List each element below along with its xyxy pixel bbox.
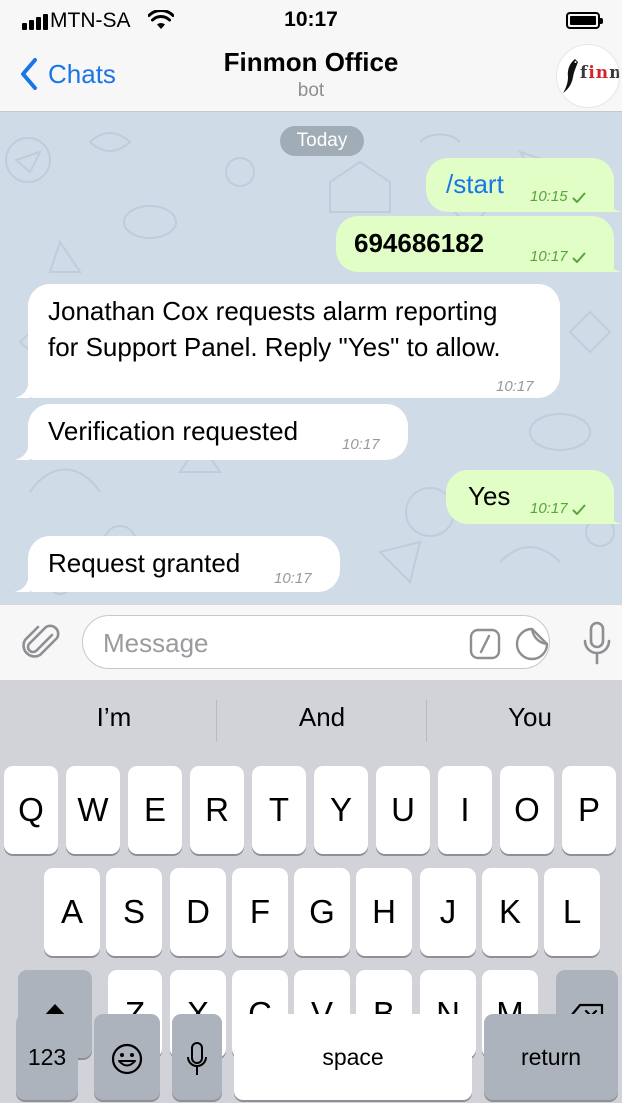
message-text: Yes — [468, 481, 511, 511]
mic-icon[interactable] — [582, 621, 612, 665]
message-time: 10:17 — [530, 492, 586, 526]
message-bubble-incoming[interactable]: Jonathan Cox requests alarm reporting fo… — [28, 284, 560, 398]
key-d[interactable]: D — [170, 868, 226, 956]
read-check-icon — [571, 191, 586, 203]
bubble-tail — [606, 192, 622, 212]
message-bubble-outgoing[interactable]: /start 10:15 — [426, 158, 614, 212]
read-check-icon — [571, 251, 586, 263]
nav-bar: Chats Finmon Office bot finm — [0, 40, 622, 112]
key-o[interactable]: O — [500, 766, 554, 854]
battery-icon — [566, 12, 603, 29]
message-bubble-incoming[interactable]: Request granted 10:17 — [28, 536, 340, 592]
key-f[interactable]: F — [232, 868, 288, 956]
bubble-tail — [606, 252, 622, 272]
key-a[interactable]: A — [44, 868, 100, 956]
key-k[interactable]: K — [482, 868, 538, 956]
emoji-icon — [111, 1044, 143, 1075]
predictive-bar: I’m And You — [0, 680, 622, 762]
chat-area[interactable]: Today /start 10:15 694686182 10:17 Jonat… — [0, 112, 622, 604]
return-key[interactable]: return — [484, 1014, 618, 1100]
key-t[interactable]: T — [252, 766, 306, 854]
chat-subtitle: bot — [297, 80, 325, 101]
space-key[interactable]: space — [234, 1014, 472, 1100]
message-text: 694686182 — [354, 228, 485, 258]
message-bubble-incoming[interactable]: Verification requested 10:17 — [28, 404, 408, 460]
key-w[interactable]: W — [66, 766, 120, 854]
message-text: Verification requested — [48, 416, 299, 446]
sticker-icon[interactable] — [515, 627, 549, 661]
suggestion-2[interactable]: And — [222, 702, 422, 733]
key-p[interactable]: P — [562, 766, 616, 854]
bubble-tail — [14, 572, 30, 592]
message-input[interactable] — [103, 626, 453, 660]
key-j[interactable]: J — [420, 868, 476, 956]
message-time: 10:15 — [530, 180, 586, 214]
bubble-tail — [14, 378, 30, 398]
key-e[interactable]: E — [128, 766, 182, 854]
keyboard: I’m And You Q W E R T Y U I O P A S D F … — [0, 680, 622, 1103]
key-s[interactable]: S — [106, 868, 162, 956]
key-y[interactable]: Y — [314, 766, 368, 854]
bot-avatar[interactable]: finm — [556, 44, 620, 108]
key-i[interactable]: I — [438, 766, 492, 854]
status-time: 10:17 — [284, 8, 338, 31]
chat-title: Finmon Office — [223, 47, 399, 77]
message-bubble-outgoing[interactable]: 694686182 10:17 — [336, 216, 614, 272]
message-time: 10:17 — [274, 570, 312, 587]
divider — [426, 700, 427, 742]
message-text: Request granted — [48, 548, 241, 578]
message-text-line: for Support Panel. Reply "Yes" to allow. — [48, 332, 501, 362]
date-separator: Today — [280, 126, 364, 156]
key-l[interactable]: L — [544, 868, 600, 956]
bubble-tail — [14, 440, 30, 460]
suggestion-1[interactable]: I’m — [14, 702, 214, 733]
message-bubble-outgoing[interactable]: Yes 10:17 — [446, 470, 614, 524]
command-icon[interactable] — [469, 628, 501, 660]
message-time: 10:17 — [530, 240, 586, 274]
attach-icon[interactable] — [22, 623, 62, 663]
emoji-key[interactable] — [94, 1014, 160, 1100]
key-g[interactable]: G — [294, 868, 350, 956]
suggestion-3[interactable]: You — [430, 702, 622, 733]
key-h[interactable]: H — [356, 868, 412, 956]
dictation-icon — [187, 1042, 207, 1076]
status-bar: MTN-SA 10:17 — [0, 0, 622, 40]
avatar-logo-text: finm — [580, 63, 619, 83]
message-time: 10:17 — [342, 436, 380, 453]
message-input-bar — [0, 604, 622, 680]
bird-logo-icon — [563, 59, 578, 93]
key-r[interactable]: R — [190, 766, 244, 854]
read-check-icon — [571, 503, 586, 515]
message-field[interactable] — [82, 615, 550, 669]
message-text: /start — [446, 169, 504, 199]
numbers-key[interactable]: 123 — [16, 1014, 78, 1100]
dictation-key[interactable] — [172, 1014, 222, 1100]
key-u[interactable]: U — [376, 766, 430, 854]
message-text-line: Jonathan Cox requests alarm reporting — [48, 296, 498, 326]
message-time: 10:17 — [496, 378, 534, 395]
bubble-tail — [606, 504, 622, 524]
key-q[interactable]: Q — [4, 766, 58, 854]
divider — [216, 700, 217, 742]
